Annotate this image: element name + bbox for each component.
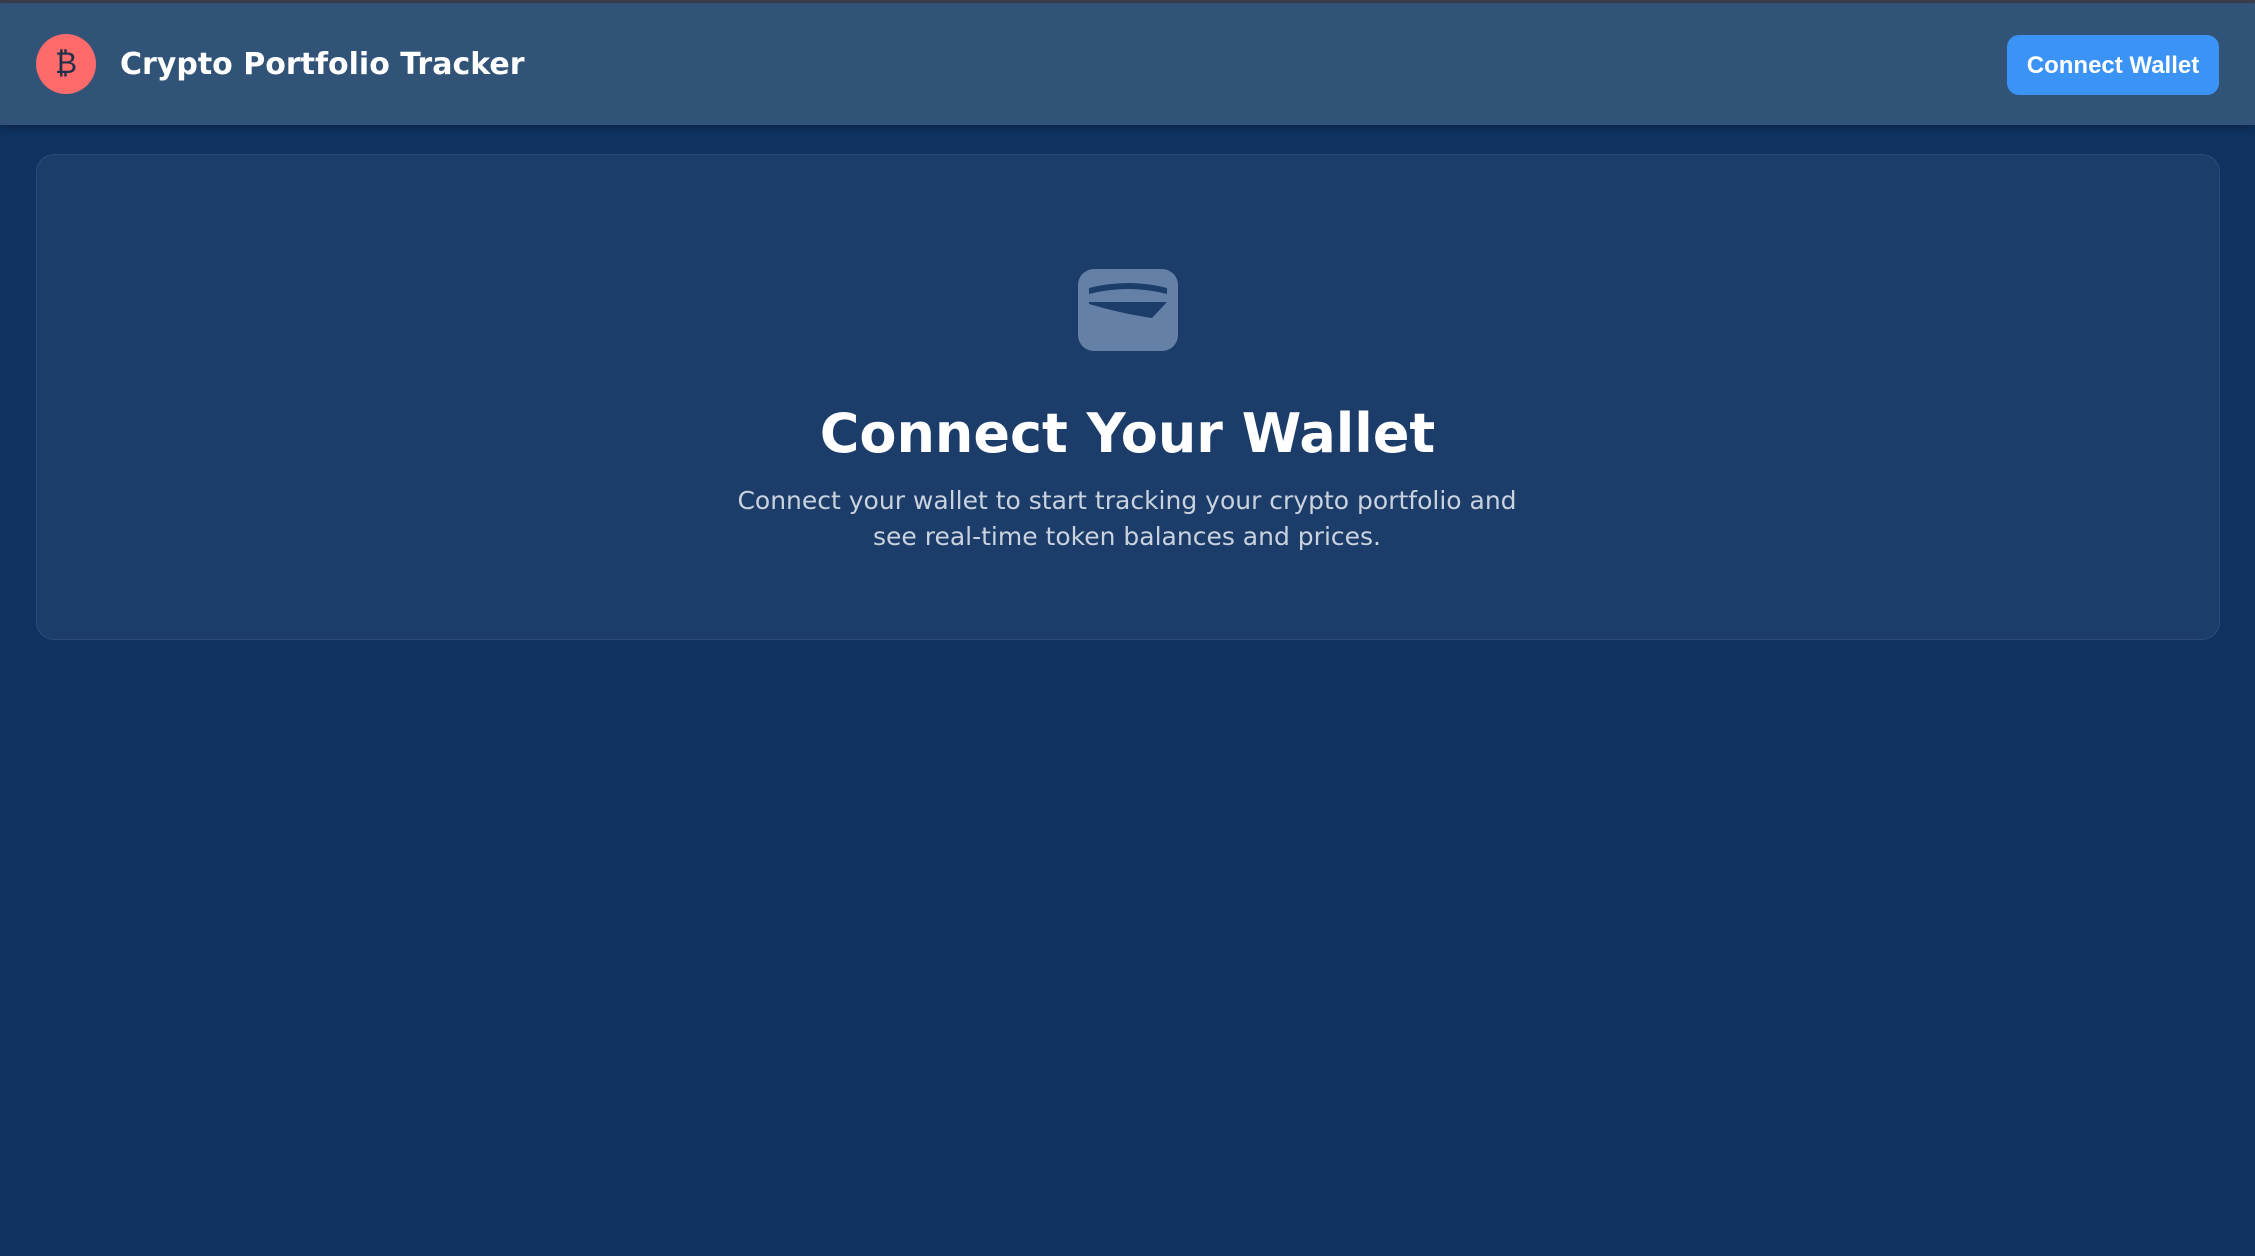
app-title: Crypto Portfolio Tracker: [120, 47, 525, 82]
connect-wallet-description: Connect your wallet to start tracking yo…: [737, 486, 1517, 551]
app-header: ₿ Crypto Portfolio Tracker Connect Walle…: [0, 3, 2255, 125]
bitcoin-logo-icon: ₿: [36, 34, 96, 94]
connect-wallet-card: [36, 154, 2220, 640]
wallet-icon: [1078, 269, 1178, 351]
connect-wallet-button[interactable]: Connect Wallet: [2007, 35, 2219, 95]
connect-wallet-heading: Connect Your Wallet: [819, 402, 1436, 465]
